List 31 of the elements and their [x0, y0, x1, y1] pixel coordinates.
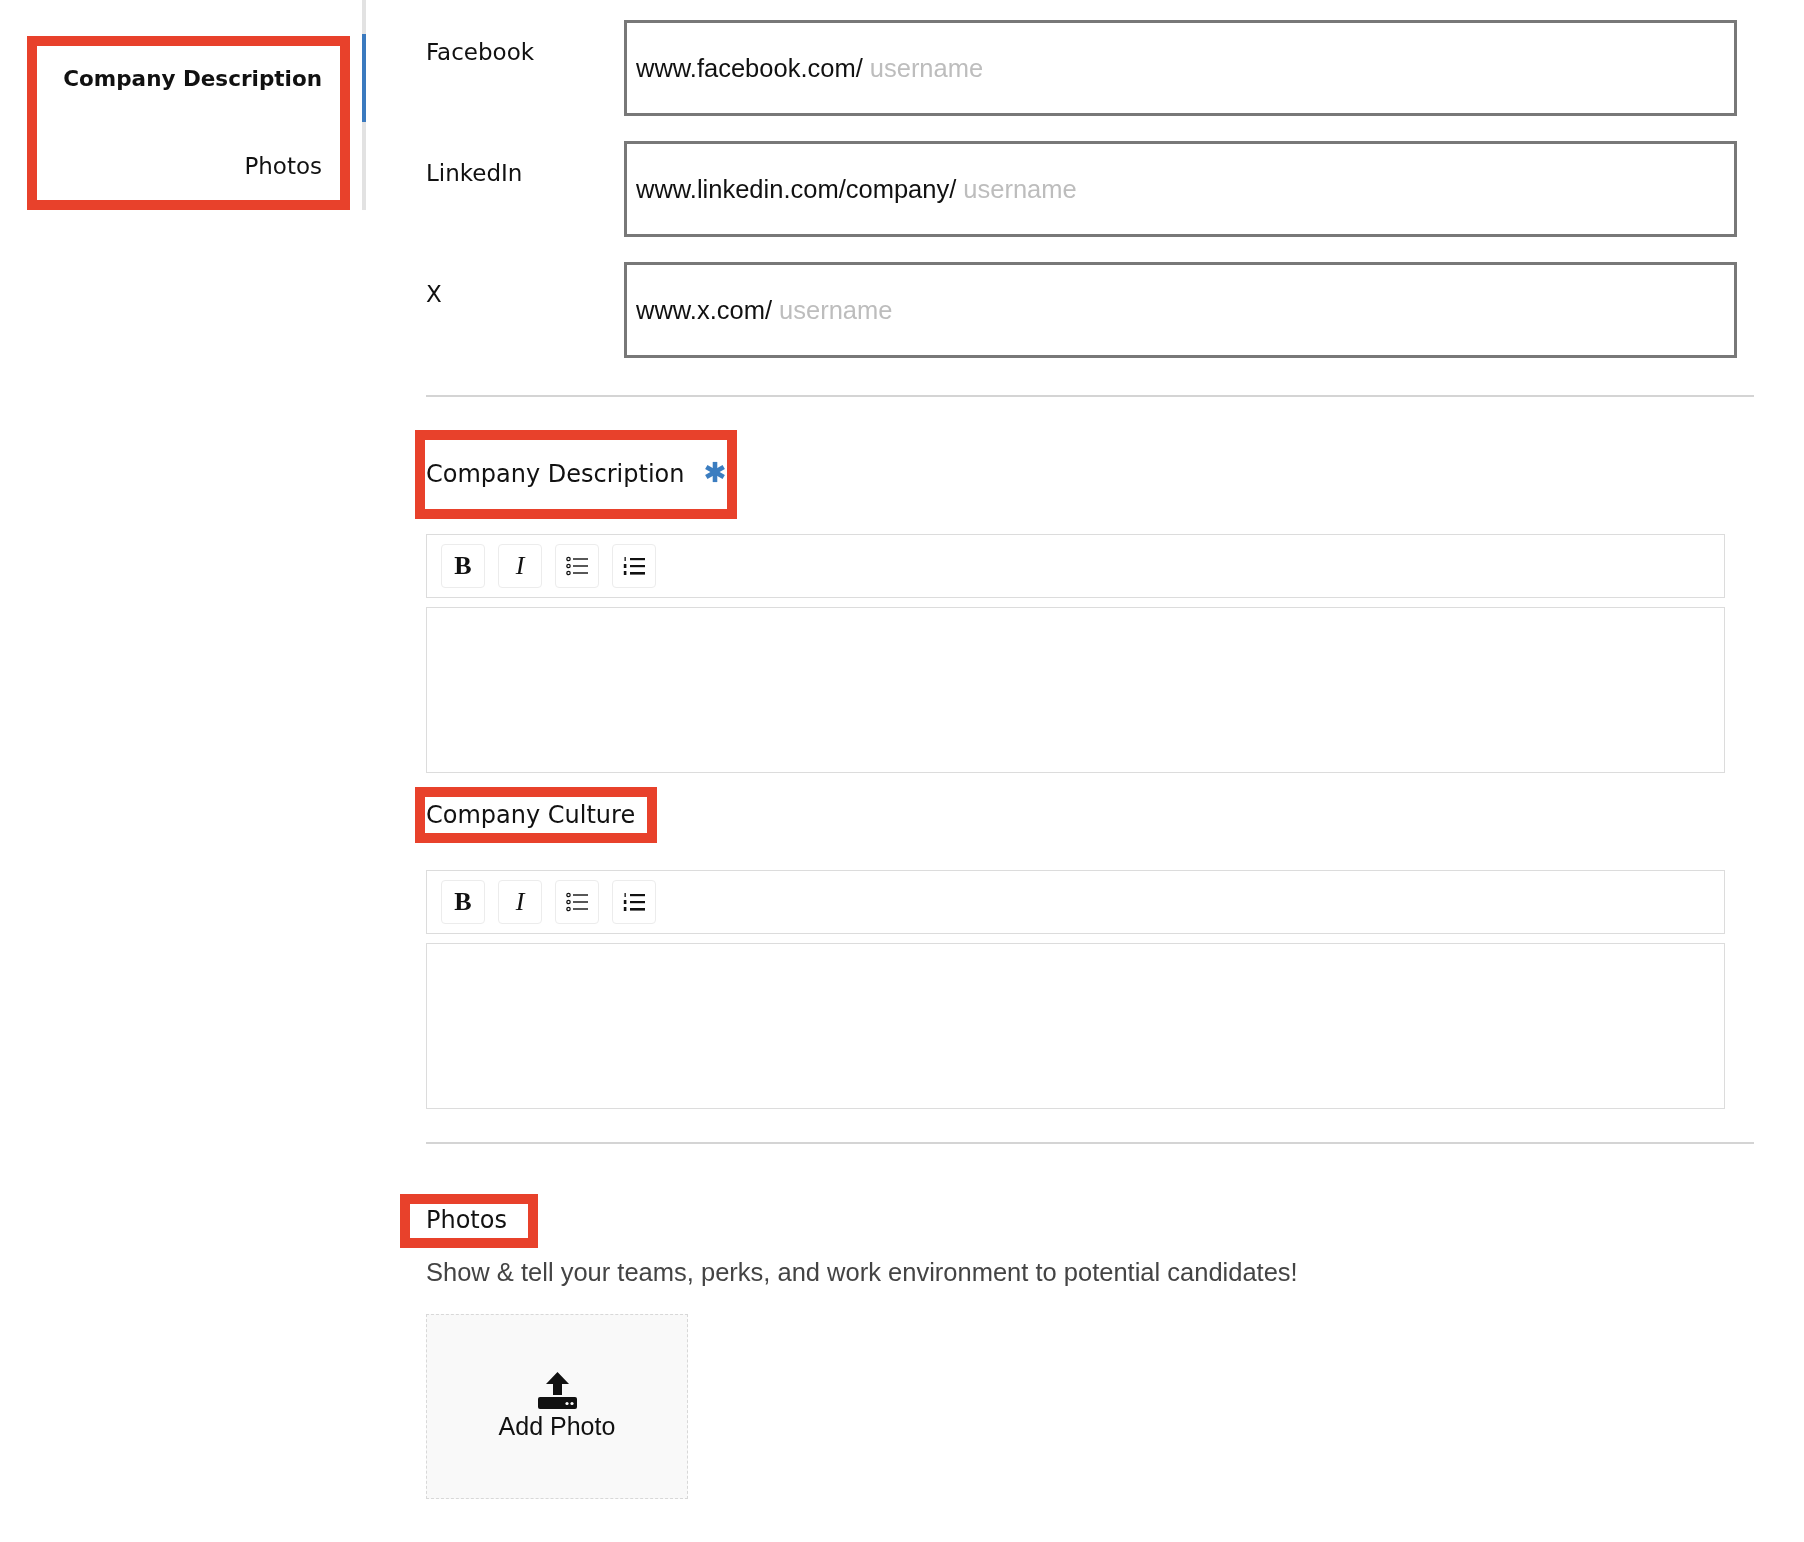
- url-input-field[interactable]: www.linkedin.com/company/ username: [624, 141, 1737, 237]
- text-editor-field[interactable]: [426, 943, 1725, 1109]
- username-input[interactable]: username: [956, 174, 1734, 204]
- username-input[interactable]: username: [772, 295, 1734, 325]
- numbered-list-button[interactable]: [612, 880, 656, 924]
- numbered-list-icon: [623, 556, 645, 576]
- bold-button[interactable]: B: [441, 880, 485, 924]
- username-input[interactable]: username: [862, 53, 1734, 83]
- numbered-list-icon: [623, 892, 645, 912]
- text-editor-field[interactable]: [426, 607, 1725, 773]
- field-label: LinkedIn: [426, 159, 524, 188]
- field-label: X: [426, 280, 443, 309]
- section-heading: Photos: [426, 1206, 507, 1235]
- url-input-field[interactable]: www.facebook.com/ username: [624, 20, 1737, 116]
- bullet-list-button[interactable]: [555, 880, 599, 924]
- section-heading: Company Description: [426, 460, 685, 489]
- bullet-list-button[interactable]: [555, 544, 599, 588]
- italic-button[interactable]: I: [498, 544, 542, 588]
- numbered-list-button[interactable]: [612, 544, 656, 588]
- bullet-list-icon: [566, 556, 588, 576]
- bullet-list-icon: [566, 892, 588, 912]
- url-input-field[interactable]: www.x.com/ username: [624, 262, 1737, 358]
- sidebar-item[interactable]: Company Description: [40, 34, 366, 122]
- bold-button[interactable]: B: [441, 544, 485, 588]
- sidebar-item[interactable]: Photos: [40, 122, 362, 210]
- field-label: Facebook: [426, 38, 536, 67]
- italic-button[interactable]: I: [498, 880, 542, 924]
- upload-icon: [537, 1372, 577, 1409]
- section-heading: Company Culture: [426, 801, 636, 830]
- section-description: Show & tell your teams, perks, and work environment to potential candidates!: [426, 1257, 1298, 1288]
- add-photo-button[interactable]: Add Photo: [426, 1314, 688, 1499]
